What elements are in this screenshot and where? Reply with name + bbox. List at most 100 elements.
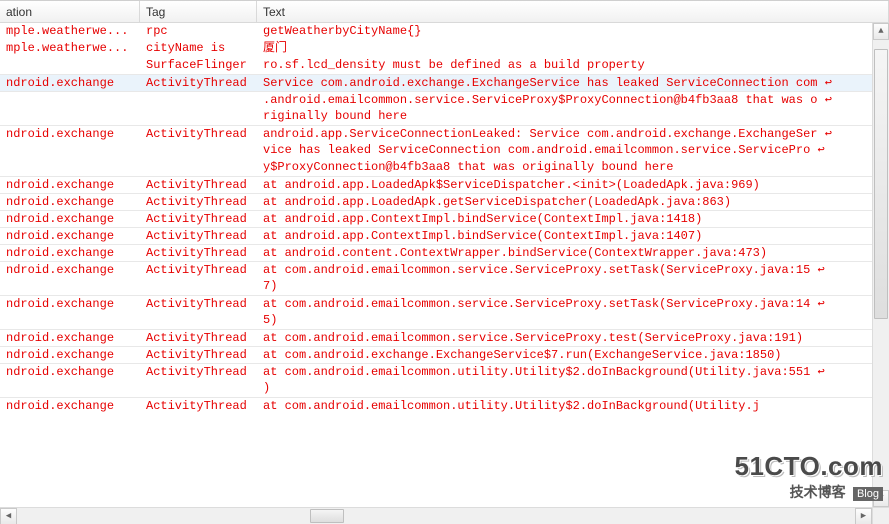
- hscroll-thumb[interactable]: [310, 509, 344, 523]
- cell-text: vice has leaked ServiceConnection com.an…: [257, 142, 872, 159]
- cell-text: at com.android.emailcommon.service.Servi…: [257, 262, 872, 278]
- table-row[interactable]: ndroid.exchangeActivityThreadat android.…: [0, 227, 872, 244]
- cell-tag: [140, 380, 257, 397]
- header-text[interactable]: Text: [257, 1, 889, 22]
- scroll-up-button[interactable]: ▲: [873, 23, 889, 40]
- cell-text: getWeatherbyCityName{}: [257, 23, 872, 40]
- cell-tag: ActivityThread: [140, 211, 257, 227]
- scroll-right-button[interactable]: ▶: [855, 508, 872, 524]
- cell-tag: ActivityThread: [140, 245, 257, 261]
- cell-text: riginally bound here: [257, 108, 872, 125]
- rows-container: mple.weatherwe...rpcgetWeatherbyCityName…: [0, 23, 872, 507]
- cell-tag: ActivityThread: [140, 126, 257, 142]
- cell-tag: ActivityThread: [140, 194, 257, 210]
- cell-application: [0, 159, 140, 176]
- table-row[interactable]: mple.weatherwe...rpcgetWeatherbyCityName…: [0, 23, 872, 40]
- cell-application: [0, 108, 140, 125]
- table-row[interactable]: mple.weatherwe...cityName is厦门: [0, 40, 872, 57]
- table-row[interactable]: ndroid.exchangeActivityThreadandroid.app…: [0, 125, 872, 142]
- cell-application: ndroid.exchange: [0, 296, 140, 312]
- cell-text: .android.emailcommon.service.ServiceProx…: [257, 92, 872, 108]
- cell-tag: [140, 159, 257, 176]
- horizontal-scrollbar[interactable]: ◀ ▶: [0, 507, 872, 524]
- cell-text: 7): [257, 278, 872, 295]
- cell-text: at android.content.ContextWrapper.bindSe…: [257, 245, 872, 261]
- cell-text: at android.app.ContextImpl.bindService(C…: [257, 228, 872, 244]
- cell-application: mple.weatherwe...: [0, 23, 140, 40]
- chevron-up-icon: ▲: [878, 27, 883, 36]
- table-row[interactable]: ndroid.exchangeActivityThreadat com.andr…: [0, 346, 872, 363]
- cell-tag: ActivityThread: [140, 330, 257, 346]
- table-row[interactable]: .android.emailcommon.service.ServiceProx…: [0, 91, 872, 108]
- cell-application: ndroid.exchange: [0, 262, 140, 278]
- table-row[interactable]: riginally bound here: [0, 108, 872, 125]
- cell-application: ndroid.exchange: [0, 398, 140, 414]
- cell-text: 厦门: [257, 40, 872, 57]
- cell-application: ndroid.exchange: [0, 75, 140, 91]
- cell-application: ndroid.exchange: [0, 228, 140, 244]
- table-row[interactable]: 5): [0, 312, 872, 329]
- table-row[interactable]: ndroid.exchangeActivityThreadat android.…: [0, 210, 872, 227]
- table-row[interactable]: ndroid.exchangeActivityThreadat com.andr…: [0, 363, 872, 380]
- cell-tag: [140, 142, 257, 159]
- scroll-down-button[interactable]: ▼: [873, 490, 889, 507]
- header-tag[interactable]: Tag: [140, 1, 257, 22]
- cell-text: y$ProxyConnection@b4fb3aa8 that was orig…: [257, 159, 872, 176]
- table-row[interactable]: 7): [0, 278, 872, 295]
- cell-application: ndroid.exchange: [0, 330, 140, 346]
- cell-text: at android.app.ContextImpl.bindService(C…: [257, 211, 872, 227]
- cell-tag: [140, 312, 257, 329]
- table-row[interactable]: ndroid.exchangeActivityThreadService com…: [0, 74, 872, 91]
- cell-tag: cityName is: [140, 40, 257, 57]
- vertical-scrollbar[interactable]: ▲ ▼: [872, 23, 889, 507]
- cell-application: [0, 92, 140, 108]
- vscroll-thumb[interactable]: [874, 49, 888, 319]
- hscroll-track[interactable]: [17, 508, 855, 524]
- cell-text: Service com.android.exchange.ExchangeSer…: [257, 75, 872, 91]
- scrollbar-corner: [872, 507, 889, 524]
- table-row[interactable]: SurfaceFlingerro.sf.lcd_density must be …: [0, 57, 872, 74]
- cell-application: [0, 312, 140, 329]
- cell-tag: [140, 278, 257, 295]
- cell-application: ndroid.exchange: [0, 126, 140, 142]
- cell-tag: SurfaceFlinger: [140, 57, 257, 74]
- cell-tag: [140, 92, 257, 108]
- table-row[interactable]: ndroid.exchangeActivityThreadat com.andr…: [0, 261, 872, 278]
- chevron-left-icon: ◀: [6, 512, 11, 521]
- cell-application: ndroid.exchange: [0, 347, 140, 363]
- cell-tag: rpc: [140, 23, 257, 40]
- table-row[interactable]: y$ProxyConnection@b4fb3aa8 that was orig…: [0, 159, 872, 176]
- cell-application: [0, 142, 140, 159]
- cell-application: [0, 380, 140, 397]
- cell-application: ndroid.exchange: [0, 211, 140, 227]
- cell-text: at com.android.emailcommon.service.Servi…: [257, 296, 872, 312]
- cell-tag: ActivityThread: [140, 347, 257, 363]
- cell-tag: ActivityThread: [140, 228, 257, 244]
- cell-application: [0, 57, 140, 74]
- table-row[interactable]: ndroid.exchangeActivityThreadat android.…: [0, 244, 872, 261]
- table-row[interactable]: ): [0, 380, 872, 397]
- chevron-down-icon: ▼: [878, 494, 883, 503]
- vscroll-track[interactable]: [873, 40, 889, 490]
- cell-application: ndroid.exchange: [0, 245, 140, 261]
- table-row[interactable]: ndroid.exchangeActivityThreadat com.andr…: [0, 329, 872, 346]
- cell-tag: ActivityThread: [140, 262, 257, 278]
- cell-tag: ActivityThread: [140, 296, 257, 312]
- table-row[interactable]: ndroid.exchangeActivityThreadat com.andr…: [0, 295, 872, 312]
- header-application[interactable]: ation: [0, 1, 140, 22]
- cell-text: 5): [257, 312, 872, 329]
- table-row[interactable]: ndroid.exchangeActivityThreadat com.andr…: [0, 397, 872, 414]
- cell-application: ndroid.exchange: [0, 364, 140, 380]
- scroll-left-button[interactable]: ◀: [0, 508, 17, 524]
- table-row[interactable]: vice has leaked ServiceConnection com.an…: [0, 142, 872, 159]
- table-header: ation Tag Text: [0, 1, 889, 23]
- cell-text: at com.android.exchange.ExchangeService$…: [257, 347, 872, 363]
- cell-application: ndroid.exchange: [0, 177, 140, 193]
- cell-text: at com.android.emailcommon.service.Servi…: [257, 330, 872, 346]
- table-row[interactable]: ndroid.exchangeActivityThreadat android.…: [0, 176, 872, 193]
- cell-text: android.app.ServiceConnectionLeaked: Ser…: [257, 126, 872, 142]
- cell-text: at com.android.emailcommon.utility.Utili…: [257, 398, 872, 414]
- table-row[interactable]: ndroid.exchangeActivityThreadat android.…: [0, 193, 872, 210]
- logcat-panel: ation Tag Text mple.weatherwe...rpcgetWe…: [0, 0, 889, 524]
- table-body: mple.weatherwe...rpcgetWeatherbyCityName…: [0, 23, 889, 524]
